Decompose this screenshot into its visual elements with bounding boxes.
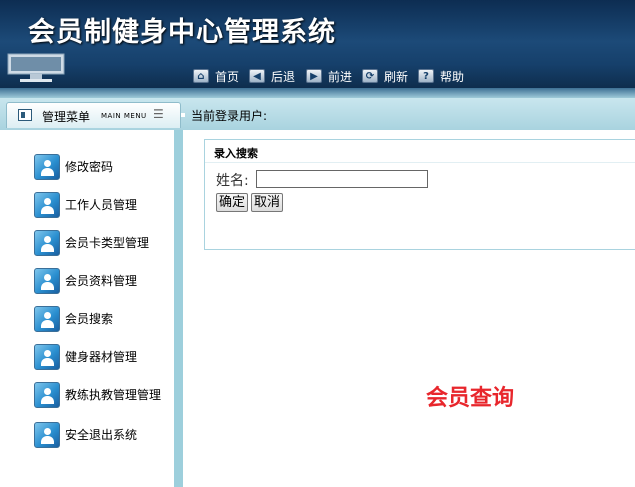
- sidebar-item-change-password[interactable]: 修改密码: [34, 154, 174, 180]
- menu-title: 管理菜单: [42, 110, 91, 124]
- user-icon: [34, 268, 60, 294]
- nav-home-button[interactable]: ⌂ 首页: [193, 67, 239, 85]
- sidebar-item-label: 会员卡类型管理: [65, 236, 150, 250]
- sidebar-item-label: 会员搜索: [65, 312, 114, 326]
- user-icon: [34, 382, 60, 408]
- current-user-label: 当前登录用户:: [191, 109, 268, 123]
- sidebar-item-equipment[interactable]: 健身器材管理: [34, 344, 174, 370]
- name-label: 姓名:: [216, 173, 249, 189]
- sidebar-item-logout[interactable]: 安全退出系统: [34, 422, 174, 448]
- bullet-icon: [181, 113, 185, 117]
- search-panel: 录入搜索 姓名: 确定 取消: [204, 139, 635, 250]
- help-icon: ?: [418, 69, 434, 83]
- nav-help-label: 帮助: [440, 69, 465, 84]
- nav-back-button[interactable]: ◀ 后退: [249, 67, 295, 85]
- user-icon: [34, 422, 60, 448]
- nav-back-label: 后退: [271, 69, 296, 84]
- sidebar-item-label: 修改密码: [65, 160, 114, 174]
- nav-forward-button[interactable]: ▶ 前进: [306, 67, 352, 85]
- main-menu-tab: 管理菜单 MAIN MENU ☰: [6, 102, 181, 128]
- home-icon: ⌂: [193, 69, 209, 83]
- sidebar-item-label: 教练执教管理管理: [65, 388, 162, 402]
- sidebar: 修改密码 工作人员管理 会员卡类型管理 会员资料管理 会员搜索 健身器材管理 教…: [6, 130, 183, 487]
- user-icon: [34, 306, 60, 332]
- forward-arrow-icon: ▶: [306, 69, 322, 83]
- user-icon: [34, 344, 60, 370]
- app-header: 会员制健身中心管理系统 ⌂ 首页 ◀ 后退 ▶ 前进 ⟳ 刷新 ? 帮助: [0, 0, 635, 92]
- nav-refresh-button[interactable]: ⟳ 刷新: [362, 67, 408, 85]
- back-arrow-icon: ◀: [249, 69, 265, 83]
- nav-refresh-label: 刷新: [384, 69, 409, 84]
- cancel-button[interactable]: 取消: [251, 193, 283, 212]
- name-input[interactable]: [256, 170, 428, 188]
- search-panel-title: 录入搜索: [214, 147, 258, 160]
- toolbar: ⌂ 首页 ◀ 后退 ▶ 前进 ⟳ 刷新 ? 帮助: [0, 64, 635, 88]
- confirm-button[interactable]: 确定: [216, 193, 248, 212]
- sidebar-item-label: 工作人员管理: [65, 198, 138, 212]
- app-title: 会员制健身中心管理系统: [28, 17, 336, 48]
- user-icon: [34, 154, 60, 180]
- menu-collapse-icon[interactable]: ☰: [153, 107, 164, 121]
- user-icon: [34, 230, 60, 256]
- sidebar-item-staff[interactable]: 工作人员管理: [34, 192, 174, 218]
- divider: [205, 162, 635, 163]
- menu-panel-icon: [18, 109, 32, 121]
- header-divider: [0, 88, 635, 98]
- nav-forward-label: 前进: [328, 69, 353, 84]
- menu-subtitle: MAIN MENU: [101, 112, 147, 120]
- sidebar-item-member-profiles[interactable]: 会员资料管理: [34, 268, 174, 294]
- sidebar-item-card-types[interactable]: 会员卡类型管理: [34, 230, 174, 256]
- nav-help-button[interactable]: ? 帮助: [418, 67, 464, 85]
- sidebar-item-label: 健身器材管理: [65, 350, 138, 364]
- sidebar-item-coaching[interactable]: 教练执教管理管理: [34, 382, 174, 408]
- sidebar-item-member-search[interactable]: 会员搜索: [34, 306, 174, 332]
- sidebar-item-label: 会员资料管理: [65, 274, 138, 288]
- user-icon: [34, 192, 60, 218]
- refresh-icon: ⟳: [362, 69, 378, 83]
- page-caption: 会员查询: [426, 386, 515, 411]
- sidebar-item-label: 安全退出系统: [65, 428, 138, 442]
- nav-home-label: 首页: [215, 69, 240, 84]
